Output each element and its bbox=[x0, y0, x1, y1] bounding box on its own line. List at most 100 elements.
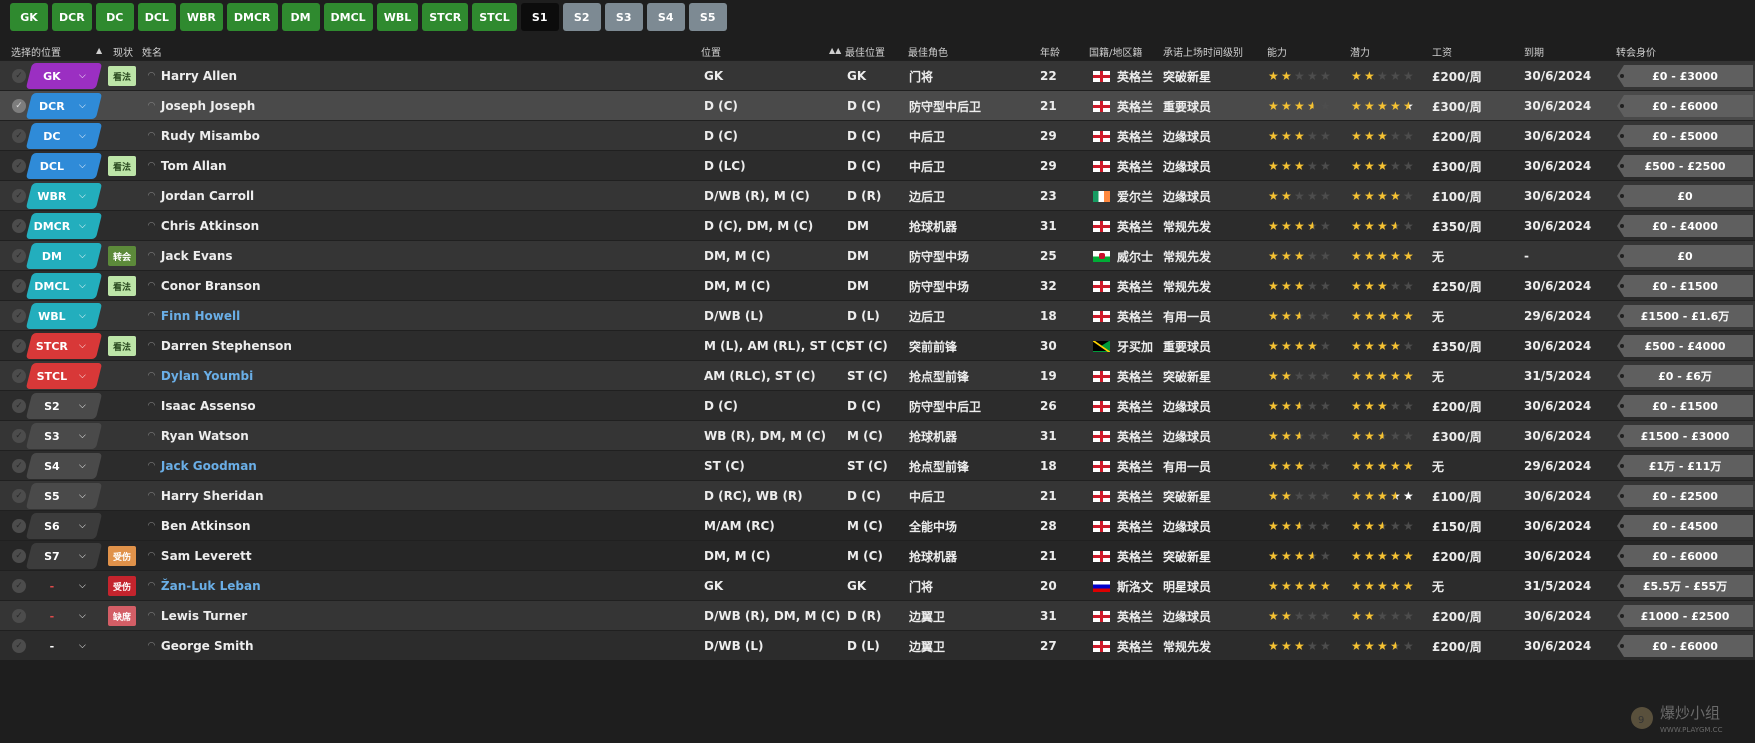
tab-dmcl[interactable]: DMCL bbox=[323, 3, 373, 31]
player-name-link[interactable]: Joseph Joseph bbox=[161, 99, 255, 113]
selected-position-dropdown[interactable]: - ⌵ bbox=[26, 603, 102, 629]
player-name-link[interactable]: Ben Atkinson bbox=[161, 519, 251, 533]
select-checkbox[interactable]: ✓ bbox=[12, 219, 26, 233]
header-position[interactable]: 位置 bbox=[701, 44, 721, 59]
select-checkbox[interactable]: ✓ bbox=[12, 609, 26, 623]
selected-position-dropdown[interactable]: S6 ⌵ bbox=[25, 513, 103, 539]
nation-cell[interactable]: 英格兰 bbox=[1117, 278, 1153, 295]
nation-cell[interactable]: 牙买加 bbox=[1117, 338, 1153, 355]
tab-dcl[interactable]: DCL bbox=[137, 3, 176, 31]
tab-wbr[interactable]: WBR bbox=[179, 3, 223, 31]
table-row[interactable]: ✓ DMCL ⌵ 看法 ◠ Conor Branson DM, M (C) DM 防守型中场 32… bbox=[0, 270, 1755, 300]
header-expires[interactable]: 到期 bbox=[1524, 44, 1544, 59]
player-name-link[interactable]: Finn Howell bbox=[161, 309, 240, 323]
selected-position-dropdown[interactable]: S5 ⌵ bbox=[25, 483, 103, 509]
selected-position-dropdown[interactable]: DMCR ⌵ bbox=[25, 213, 103, 239]
status-tag[interactable]: 缺席 bbox=[108, 606, 136, 626]
table-row[interactable]: ✓ S3 ⌵ ◠ Ryan Watson WB (R), DM, M (C) M (C) 抢球… bbox=[0, 420, 1755, 450]
header-value[interactable]: 转会身价 bbox=[1616, 44, 1656, 59]
table-row[interactable]: ✓ S2 ⌵ ◠ Isaac Assenso D (C) D (C) 防守型中后卫 26 英格兰边… bbox=[0, 390, 1755, 420]
table-row[interactable]: ✓ - ⌵ ◠ George Smith D/WB (L) D (L) 边翼卫 27 英格兰 常规先… bbox=[0, 630, 1755, 660]
select-checkbox[interactable]: ✓ bbox=[12, 129, 26, 143]
table-row[interactable]: ✓ STCL ⌵ ◠ Dylan Youmbi AM (RLC), ST (C) ST (C… bbox=[0, 360, 1755, 390]
table-row[interactable]: ✓ DC ⌵ ◠ Rudy Misambo D (C) D (C) 中后卫 29 英格兰 边缘球员 ★… bbox=[0, 120, 1755, 150]
player-name-link[interactable]: Jordan Carroll bbox=[161, 189, 254, 203]
nation-cell[interactable]: 英格兰 bbox=[1117, 548, 1153, 565]
select-checkbox[interactable]: ✓ bbox=[12, 189, 26, 203]
tab-dmcr[interactable]: DMCR bbox=[226, 3, 278, 31]
player-name-link[interactable]: Jack Goodman bbox=[161, 459, 257, 473]
selected-position-dropdown[interactable]: S3 ⌵ bbox=[25, 423, 103, 449]
selected-position-dropdown[interactable]: S4 ⌵ bbox=[25, 453, 103, 479]
select-checkbox[interactable]: ✓ bbox=[12, 99, 26, 113]
header-potential[interactable]: 潜力 bbox=[1350, 44, 1370, 59]
nation-cell[interactable]: 英格兰 bbox=[1117, 368, 1153, 385]
status-tag[interactable]: 受伤 bbox=[108, 576, 136, 596]
table-row[interactable]: ✓ - ⌵ 缺席 ◠ Lewis Turner D/WB (R), DM, M (C) D (… bbox=[0, 600, 1755, 630]
table-row[interactable]: ✓ WBR ⌵ ◠ Jordan Carroll D/WB (R), M (C) D (R)… bbox=[0, 180, 1755, 210]
player-name-link[interactable]: Isaac Assenso bbox=[161, 399, 256, 413]
player-name-link[interactable]: Harry Allen bbox=[161, 69, 237, 83]
status-tag[interactable]: 受伤 bbox=[108, 546, 136, 566]
header-selected-position[interactable]: 选择的位置 bbox=[11, 44, 61, 59]
table-row[interactable]: ✓ S7 ⌵ 受伤 ◠ Sam Leverett DM, M (C) M (C) 抢球机器 21 英… bbox=[0, 540, 1755, 570]
table-row[interactable]: ✓ WBL ⌵ ◠ Finn Howell D/WB (L) D (L) 边后卫 18 英格兰 有用… bbox=[0, 300, 1755, 330]
nation-cell[interactable]: 英格兰 bbox=[1117, 428, 1153, 445]
player-name-link[interactable]: Lewis Turner bbox=[161, 609, 247, 623]
selected-position-dropdown[interactable]: DM ⌵ bbox=[25, 243, 103, 269]
nation-cell[interactable]: 英格兰 bbox=[1117, 128, 1153, 145]
header-nation[interactable]: 国籍/地区籍 bbox=[1089, 44, 1142, 59]
table-row[interactable]: ✓ DCR ⌵ ◠ Joseph Joseph D (C) D (C) 防守型中后卫 21 英格兰… bbox=[0, 90, 1755, 120]
nation-cell[interactable]: 爱尔兰 bbox=[1117, 188, 1153, 205]
selected-position-dropdown[interactable]: - ⌵ bbox=[26, 633, 102, 659]
status-tag[interactable]: 看法 bbox=[108, 156, 136, 176]
header-best-role[interactable]: 最佳角色 bbox=[908, 44, 948, 59]
nation-cell[interactable]: 斯洛文 bbox=[1117, 578, 1153, 595]
select-checkbox[interactable]: ✓ bbox=[12, 579, 26, 593]
selected-position-dropdown[interactable]: S7 ⌵ bbox=[25, 543, 103, 569]
nation-cell[interactable]: 英格兰 bbox=[1117, 68, 1153, 85]
select-checkbox[interactable]: ✓ bbox=[12, 369, 26, 383]
selected-position-dropdown[interactable]: S2 ⌵ bbox=[25, 393, 103, 419]
player-name-link[interactable]: Tom Allan bbox=[161, 159, 227, 173]
header-best-position[interactable]: 最佳位置 bbox=[845, 44, 885, 59]
player-name-link[interactable]: Žan-Luk Leban bbox=[161, 579, 261, 593]
header-age[interactable]: 年龄 bbox=[1040, 44, 1060, 59]
nation-cell[interactable]: 英格兰 bbox=[1117, 158, 1153, 175]
tab-s1[interactable]: S1 bbox=[520, 3, 559, 31]
selected-position-dropdown[interactable]: - ⌵ bbox=[26, 573, 102, 599]
header-wage[interactable]: 工资 bbox=[1432, 44, 1452, 59]
player-name-link[interactable]: Chris Atkinson bbox=[161, 219, 259, 233]
select-checkbox[interactable]: ✓ bbox=[12, 339, 26, 353]
player-name-link[interactable]: Ryan Watson bbox=[161, 429, 249, 443]
selected-position-dropdown[interactable]: WBL ⌵ bbox=[25, 303, 103, 329]
select-checkbox[interactable]: ✓ bbox=[12, 309, 26, 323]
tab-s2[interactable]: S2 bbox=[562, 3, 601, 31]
selected-position-dropdown[interactable]: DMCL ⌵ bbox=[25, 273, 103, 299]
player-name-link[interactable]: Harry Sheridan bbox=[161, 489, 264, 503]
select-checkbox[interactable]: ✓ bbox=[12, 69, 26, 83]
status-tag[interactable]: 看法 bbox=[108, 276, 136, 296]
header-squad-status[interactable]: 承诺上场时间级别 bbox=[1163, 44, 1243, 59]
select-checkbox[interactable]: ✓ bbox=[12, 639, 26, 653]
status-tag[interactable]: 看法 bbox=[108, 66, 136, 86]
table-row[interactable]: ✓ DMCR ⌵ ◠ Chris Atkinson D (C), DM, M (C) DM 抢… bbox=[0, 210, 1755, 240]
header-status[interactable]: 现状 bbox=[113, 44, 133, 59]
table-row[interactable]: ✓ DCL ⌵ 看法 ◠ Tom Allan D (LC) D (C) 中后卫 29 英格兰 边缘球员… bbox=[0, 150, 1755, 180]
header-name[interactable]: 姓名 bbox=[142, 44, 162, 59]
header-ability[interactable]: 能力 bbox=[1267, 44, 1287, 59]
selected-position-dropdown[interactable]: STCR ⌵ bbox=[25, 333, 103, 359]
nation-cell[interactable]: 威尔士 bbox=[1117, 248, 1153, 265]
table-row[interactable]: ✓ S5 ⌵ ◠ Harry Sheridan D (RC), WB (R) D (C) 中后… bbox=[0, 480, 1755, 510]
tab-dc[interactable]: DC bbox=[95, 3, 134, 31]
selected-position-dropdown[interactable]: DCR ⌵ bbox=[25, 93, 103, 119]
nation-cell[interactable]: 英格兰 bbox=[1117, 308, 1153, 325]
selected-position-dropdown[interactable]: GK ⌵ bbox=[25, 63, 103, 89]
tab-stcr[interactable]: STCR bbox=[422, 3, 469, 31]
tab-s3[interactable]: S3 bbox=[604, 3, 643, 31]
tab-dm[interactable]: DM bbox=[281, 3, 320, 31]
status-tag[interactable]: 看法 bbox=[108, 336, 136, 356]
select-checkbox[interactable]: ✓ bbox=[12, 399, 26, 413]
player-name-link[interactable]: Conor Branson bbox=[161, 279, 261, 293]
tab-gk[interactable]: GK bbox=[10, 3, 48, 31]
